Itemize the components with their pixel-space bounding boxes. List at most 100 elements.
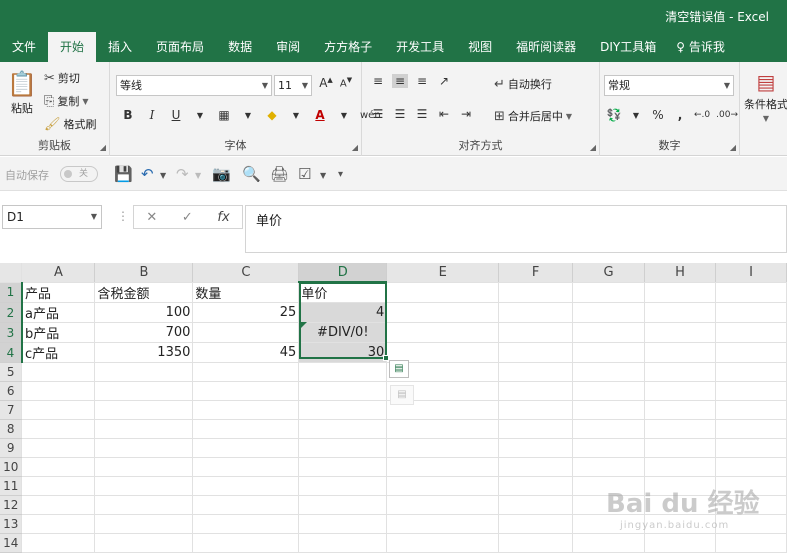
cell[interactable] [644,362,716,382]
format-painter-button[interactable]: 🖌 格式刷 [44,116,97,132]
cell[interactable] [21,476,96,496]
cell-a4[interactable]: c产品 [21,342,96,363]
cell[interactable] [21,419,96,439]
column-header-f[interactable]: F [498,263,574,283]
cell[interactable] [192,362,300,382]
decrease-decimal-icon[interactable]: .00→ [716,110,738,120]
cell[interactable] [715,400,787,420]
tab-diy[interactable]: DIY工具箱 [588,32,668,62]
cell[interactable] [498,476,574,496]
tab-developer[interactable]: 开发工具 [384,32,456,62]
select-all-corner[interactable] [0,263,23,283]
cell-c4[interactable]: 45 [192,342,300,363]
cell[interactable] [298,533,388,553]
cell[interactable] [715,457,787,477]
row-header[interactable]: 12 [0,495,23,515]
cell[interactable] [498,457,574,477]
cell[interactable] [386,302,500,323]
align-middle-icon[interactable]: ≡ [392,74,408,88]
cell[interactable] [386,322,500,343]
cell[interactable] [192,514,300,534]
cell[interactable] [644,282,716,303]
number-format-combo[interactable]: 常规 ▼ [604,75,734,96]
tab-view[interactable]: 视图 [456,32,504,62]
increase-decimal-icon[interactable]: ←.0 [694,110,710,120]
column-header-e[interactable]: E [386,263,500,283]
cell[interactable] [298,514,388,534]
cell[interactable] [498,282,574,303]
row-header[interactable]: 7 [0,400,23,420]
cell-b3[interactable]: 700 [94,322,194,343]
cell[interactable] [498,400,574,420]
cut-button[interactable]: ✂ 剪切 [44,70,80,86]
cell-d1[interactable]: 单价 [298,282,388,303]
chevron-down-icon[interactable]: ▼ [160,171,166,180]
currency-icon[interactable]: 💱 [606,108,622,122]
chevron-down-icon[interactable]: ▼ [240,111,256,120]
cell[interactable] [715,419,787,439]
save-icon[interactable]: 💾 [114,165,133,183]
tab-tell-me[interactable]: ♀ 告诉我 [668,32,737,62]
underline-button[interactable]: U [168,108,184,122]
cell[interactable] [715,381,787,401]
cell[interactable] [644,457,716,477]
cell[interactable] [498,302,574,323]
cell[interactable] [715,342,787,363]
tab-review[interactable]: 审阅 [264,32,312,62]
cell[interactable] [386,457,500,477]
row-header[interactable]: 5 [0,362,23,382]
autosave-toggle[interactable]: 关 [60,166,98,182]
column-header-h[interactable]: H [644,263,716,283]
cell[interactable] [644,342,716,363]
chevron-down-icon[interactable]: ▼ [320,171,326,180]
font-size-combo[interactable]: 11 ▼ [274,75,312,96]
cell[interactable] [192,381,300,401]
cell[interactable] [715,362,787,382]
row-header[interactable]: 3 [0,322,23,343]
align-top-icon[interactable]: ≡ [370,74,386,88]
align-left-icon[interactable]: ☰ [370,107,386,121]
font-name-combo[interactable]: 等线 ▼ [116,75,272,96]
chevron-down-icon[interactable]: ▼ [628,111,644,120]
cell[interactable] [192,419,300,439]
form-icon[interactable]: ☑ [298,165,311,183]
cell[interactable] [572,342,646,363]
cell[interactable] [644,400,716,420]
cell[interactable] [572,438,646,458]
row-header[interactable]: 11 [0,476,23,496]
cell[interactable] [21,514,96,534]
row-header[interactable]: 9 [0,438,23,458]
cell[interactable] [644,302,716,323]
cell[interactable] [298,400,388,420]
cell[interactable] [192,400,300,420]
cell[interactable] [298,457,388,477]
cell-c1[interactable]: 数量 [192,282,300,303]
cell[interactable] [498,438,574,458]
chevron-down-icon[interactable]: ▼ [336,111,352,120]
name-box[interactable]: D1 ▼ [2,205,102,229]
cell[interactable] [386,282,500,303]
align-bottom-icon[interactable]: ≡ [414,74,430,88]
cell[interactable] [715,533,787,553]
copy-button[interactable]: ⎘ 复制 ▼ [44,93,89,109]
italic-button[interactable]: I [144,108,160,122]
chevron-down-icon[interactable]: ▼ [192,111,208,120]
cell[interactable] [192,457,300,477]
row-header[interactable]: 4 [0,342,23,363]
print-icon[interactable]: 🖨 [270,165,289,183]
formula-input[interactable]: 单价 [245,205,787,253]
row-header[interactable]: 2 [0,302,23,323]
cell[interactable] [21,457,96,477]
cell-a2[interactable]: a产品 [21,302,96,323]
cell-b2[interactable]: 100 [94,302,194,323]
cell[interactable] [386,514,500,534]
cell[interactable] [192,533,300,553]
tab-foxit[interactable]: 福昕阅读器 [504,32,588,62]
cell-b1[interactable]: 含税金额 [94,282,194,303]
column-header-d[interactable]: D [298,263,388,283]
shrink-font-icon[interactable]: A▼ [338,76,354,89]
cell[interactable] [715,282,787,303]
conditional-format-button[interactable]: ▤ 条件格式 ▼ [744,70,787,123]
cell[interactable] [94,495,194,515]
cell[interactable] [644,419,716,439]
